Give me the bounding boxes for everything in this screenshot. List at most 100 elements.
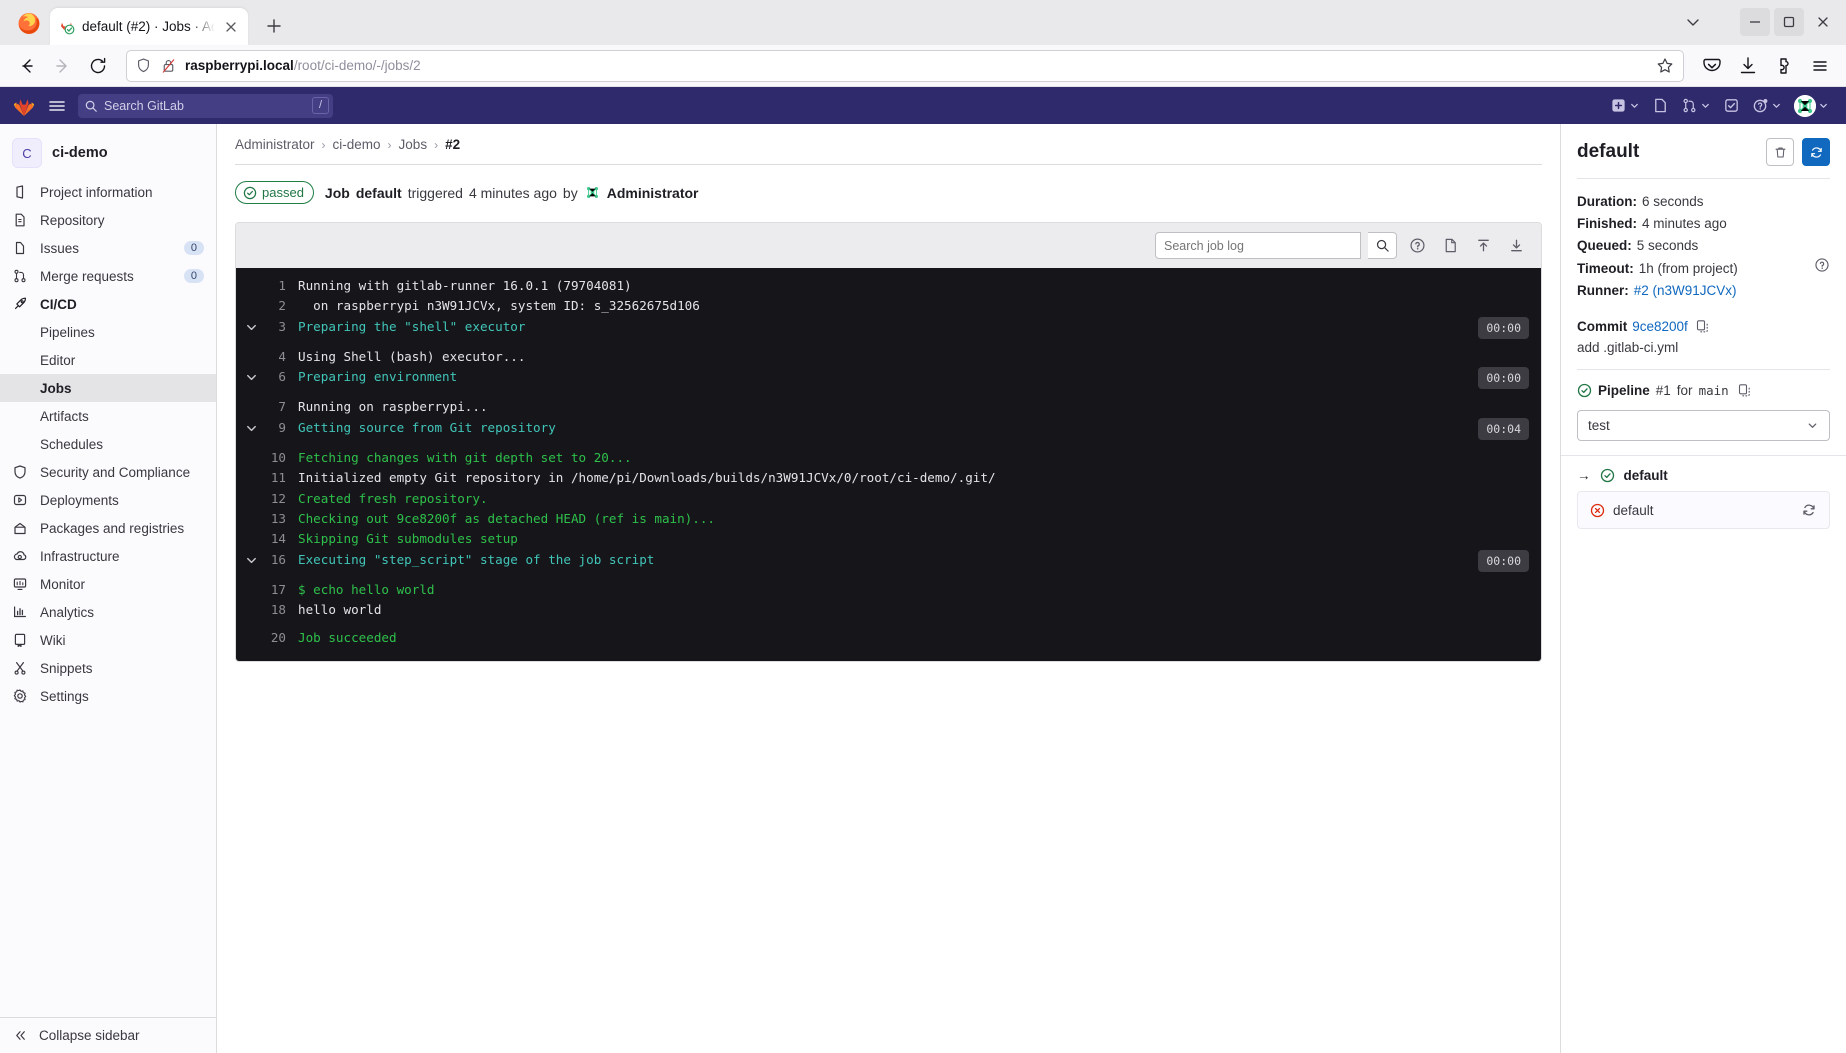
- forward-button[interactable]: [46, 50, 78, 82]
- log-line-number: 17: [270, 581, 286, 597]
- retry-icon[interactable]: [1801, 502, 1817, 518]
- maximize-button[interactable]: [1774, 8, 1804, 36]
- todos-icon[interactable]: [1718, 91, 1745, 121]
- erase-job-button[interactable]: [1766, 138, 1794, 166]
- sidebar-item-snippets[interactable]: Snippets: [0, 654, 216, 682]
- lock-crossed-icon[interactable]: [160, 57, 177, 74]
- pipeline-number[interactable]: #1: [1656, 383, 1671, 398]
- browser-tab[interactable]: default (#2) · Jobs · Admi: [50, 8, 248, 45]
- sidebar-item-wiki[interactable]: Wiki: [0, 626, 216, 654]
- sidebar-item-label: Issues: [40, 240, 80, 256]
- sidebar-item-badge: 0: [183, 241, 204, 255]
- log-section-header[interactable]: 6 Preparing environment 00:00: [236, 367, 1541, 390]
- collapse-sidebar-button[interactable]: Collapse sidebar: [0, 1017, 216, 1053]
- sidebar-item-editor[interactable]: Editor: [0, 346, 216, 374]
- sidebar-item-artifacts[interactable]: Artifacts: [0, 402, 216, 430]
- job-detail-label: Queued:: [1577, 238, 1632, 253]
- help-icon[interactable]: [1747, 91, 1787, 121]
- log-spacer: [236, 572, 1541, 580]
- sidebar-item-packages-and-registries[interactable]: Packages and registries: [0, 514, 216, 542]
- sidebar-item-monitor[interactable]: Monitor: [0, 570, 216, 598]
- list-all-tabs-button[interactable]: [1674, 8, 1712, 36]
- scroll-to-bottom-button[interactable]: [1503, 233, 1529, 259]
- sidebar-scroll: C ci-demo Project information Repository I…: [0, 124, 216, 1017]
- sidebar-item-infrastructure[interactable]: Infrastructure: [0, 542, 216, 570]
- raw-log-button[interactable]: [1437, 233, 1463, 259]
- job-triggered-by-user[interactable]: Administrator: [607, 185, 699, 201]
- pipeline-ref[interactable]: main: [1699, 383, 1729, 398]
- sidebar-item-project-information[interactable]: Project information: [0, 178, 216, 206]
- reload-button[interactable]: [82, 50, 114, 82]
- issues-icon[interactable]: [1647, 91, 1674, 121]
- search-button[interactable]: [1368, 232, 1397, 259]
- log-line-text: Running on raspberrypi...: [298, 399, 488, 415]
- job-detail-value: 6 seconds: [1642, 194, 1704, 209]
- status-passed-icon: [243, 186, 257, 199]
- downloads-icon[interactable]: [1732, 50, 1764, 82]
- pocket-icon[interactable]: [1696, 50, 1728, 82]
- scroll-to-top-button[interactable]: [1470, 233, 1496, 259]
- sidebar-item-label: Editor: [40, 352, 76, 368]
- search-input[interactable]: Search GitLab /: [78, 93, 333, 118]
- sidebar-item-schedules[interactable]: Schedules: [0, 430, 216, 458]
- search-job-log-input[interactable]: [1155, 232, 1361, 259]
- question-circle-icon[interactable]: [1814, 257, 1830, 279]
- log-line-number: 7: [278, 399, 286, 415]
- status-badge[interactable]: passed: [235, 181, 314, 204]
- job-detail-value[interactable]: #2 (n3W91JCVx): [1634, 280, 1737, 301]
- breadcrumb-item-administrator[interactable]: Administrator: [235, 137, 315, 152]
- copy-icon[interactable]: [1737, 383, 1752, 398]
- job-sidebar-title: default: [1577, 141, 1640, 162]
- bookmark-star-icon[interactable]: [1655, 56, 1675, 76]
- sidebar-item-merge-requests[interactable]: Merge requests 0: [0, 262, 216, 290]
- sidebar-item-ci-cd[interactable]: CI/CD: [0, 290, 216, 318]
- retry-job-button[interactable]: [1802, 138, 1830, 166]
- search-input-field[interactable]: [1164, 238, 1352, 253]
- hamburger-menu[interactable]: [46, 95, 68, 117]
- gitlab-logo-icon[interactable]: [12, 94, 36, 118]
- pipeline-label: Pipeline: [1598, 383, 1650, 398]
- chevron-down-icon[interactable]: [236, 317, 266, 334]
- sidebar-item-analytics[interactable]: Analytics: [0, 598, 216, 626]
- breadcrumb-item-jobs[interactable]: Jobs: [399, 137, 428, 152]
- chevron-down-icon[interactable]: [236, 418, 266, 435]
- new-tab-button[interactable]: [258, 10, 290, 42]
- help-button[interactable]: [1404, 233, 1430, 259]
- stage-select[interactable]: test: [1577, 410, 1830, 441]
- sidebar-item-repository[interactable]: Repository: [0, 206, 216, 234]
- address-bar[interactable]: raspberrypi.local/root/ci-demo/-/jobs/2: [126, 49, 1684, 82]
- sidebar-item-pipelines[interactable]: Pipelines: [0, 318, 216, 346]
- sidebar-item-issues[interactable]: Issues 0: [0, 234, 216, 262]
- sidebar-item-label: Merge requests: [40, 268, 134, 284]
- chevron-down-icon: [1820, 103, 1827, 108]
- magnifier-icon: [1376, 239, 1389, 252]
- job-log-body[interactable]: 1 Running with gitlab-runner 16.0.1 (7970…: [236, 268, 1541, 661]
- extensions-icon[interactable]: [1768, 50, 1800, 82]
- sidebar-item-security-and-compliance[interactable]: Security and Compliance: [0, 458, 216, 486]
- sidebar-item-deployments[interactable]: Deployments: [0, 486, 216, 514]
- sidebar-item-jobs[interactable]: Jobs: [0, 374, 216, 402]
- list-item[interactable]: default: [1577, 491, 1830, 529]
- avatar[interactable]: [583, 184, 601, 201]
- log-section-header[interactable]: 9 Getting source from Git repository 00:04: [236, 417, 1541, 441]
- commit-sha-link[interactable]: 9ce8200f: [1632, 316, 1688, 337]
- browser-toolbar: raspberrypi.local/root/ci-demo/-/jobs/2: [0, 45, 1846, 87]
- breadcrumb-item-ci-demo[interactable]: ci-demo: [333, 137, 381, 152]
- minimize-button[interactable]: [1740, 8, 1770, 36]
- status-passed-icon: [1600, 468, 1614, 483]
- user-menu[interactable]: [1789, 91, 1834, 121]
- chevron-down-icon[interactable]: [236, 550, 266, 567]
- sidebar-project-header[interactable]: C ci-demo: [0, 132, 216, 178]
- app-menu-icon[interactable]: [1804, 50, 1836, 82]
- close-icon[interactable]: [222, 18, 240, 36]
- create-new-icon[interactable]: [1605, 91, 1645, 121]
- log-section-header[interactable]: 16 Executing "step_script" stage of the j…: [236, 549, 1541, 572]
- chevron-down-icon[interactable]: [236, 367, 266, 384]
- copy-icon[interactable]: [1695, 319, 1710, 334]
- log-section-header[interactable]: 3 Preparing the "shell" executor 00:00: [236, 316, 1541, 339]
- merge-requests-icon[interactable]: [1676, 91, 1716, 121]
- back-button[interactable]: [10, 50, 42, 82]
- rocket-icon: [12, 296, 28, 312]
- close-window-button[interactable]: [1808, 8, 1838, 36]
- sidebar-item-settings[interactable]: Settings: [0, 682, 216, 710]
